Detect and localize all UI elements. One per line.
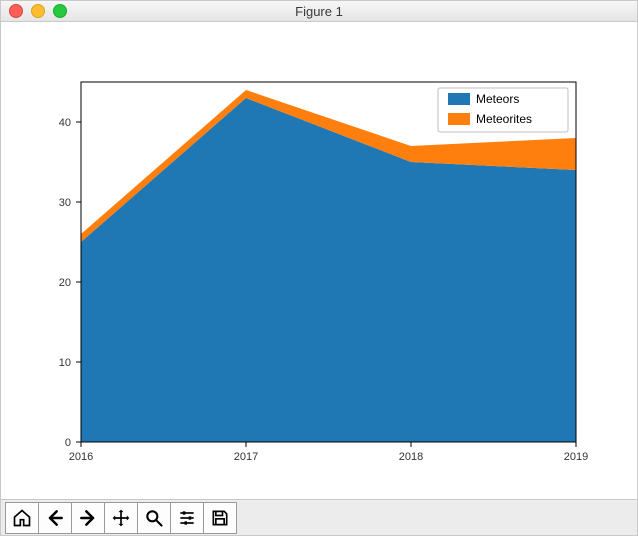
window-title: Figure 1 <box>1 4 637 19</box>
x-tick-label: 2018 <box>399 451 423 463</box>
minimize-icon[interactable] <box>31 4 45 18</box>
zoom-window-icon[interactable] <box>53 4 67 18</box>
save-icon <box>210 508 230 528</box>
close-icon[interactable] <box>9 4 23 18</box>
legend-label: Meteors <box>476 92 519 106</box>
y-tick-label: 20 <box>59 277 71 289</box>
figure-canvas: 2016 2017 2018 2019 0 10 20 30 40 Meteors Meteorit… <box>1 22 637 499</box>
y-tick-label: 40 <box>59 117 71 129</box>
home-icon <box>12 508 32 528</box>
x-tick-label: 2016 <box>69 451 93 463</box>
configure-button[interactable] <box>170 502 204 534</box>
y-tick-label: 0 <box>65 437 71 449</box>
zoom-button[interactable] <box>137 502 171 534</box>
sliders-icon <box>177 508 197 528</box>
legend-swatch <box>448 93 470 105</box>
legend: Meteors Meteorites <box>438 88 568 132</box>
magnify-icon <box>144 508 164 528</box>
figure-window: Figure 1 2016 2017 2018 2019 0 10 20 30 40 Meteor… <box>0 0 638 536</box>
x-tick-label: 2019 <box>564 451 588 463</box>
pan-button[interactable] <box>104 502 138 534</box>
chart-svg: 2016 2017 2018 2019 0 10 20 30 40 Meteors Meteorit… <box>1 22 637 496</box>
back-button[interactable] <box>38 502 72 534</box>
x-tick-label: 2017 <box>234 451 258 463</box>
y-tick-label: 10 <box>59 357 71 369</box>
legend-swatch <box>448 113 470 125</box>
forward-button[interactable] <box>71 502 105 534</box>
mpl-toolbar <box>1 499 637 535</box>
y-tick-label: 30 <box>59 197 71 209</box>
window-controls <box>9 4 67 18</box>
arrow-left-icon <box>45 508 65 528</box>
legend-label: Meteorites <box>476 112 532 126</box>
move-icon <box>111 508 131 528</box>
titlebar: Figure 1 <box>1 1 637 22</box>
home-button[interactable] <box>5 502 39 534</box>
save-button[interactable] <box>203 502 237 534</box>
arrow-right-icon <box>78 508 98 528</box>
